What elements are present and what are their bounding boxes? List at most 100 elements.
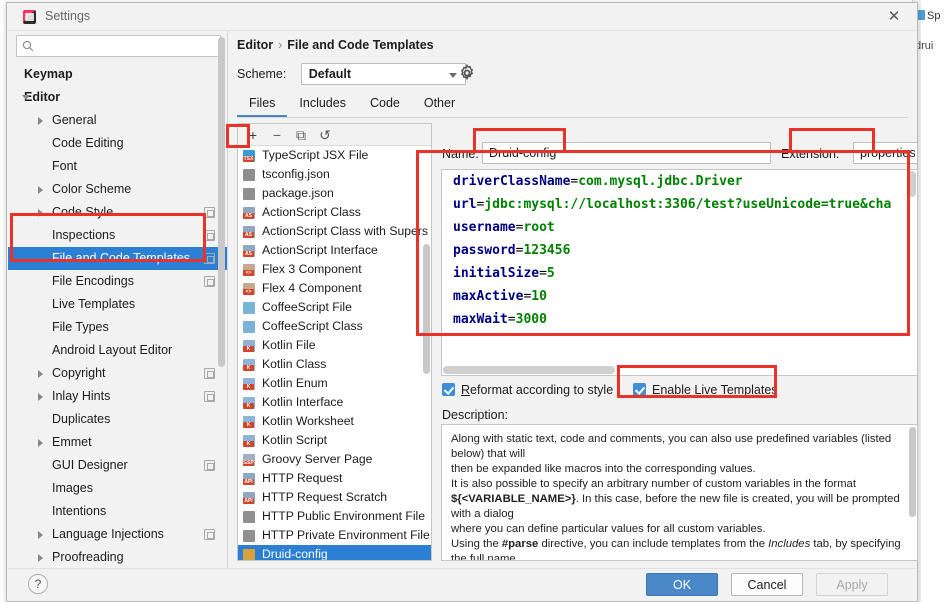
sidebar-item-label: GUI Designer [52, 458, 128, 472]
sidebar-item-gui-designer[interactable]: GUI Designer [8, 454, 227, 477]
template-list-item[interactable]: AS ActionScript Class [238, 203, 431, 222]
tab-files[interactable]: Files [237, 93, 288, 117]
remove-template-button[interactable]: − [268, 126, 286, 144]
copy-settings-icon[interactable] [204, 253, 215, 264]
template-list-item[interactable]: API HTTP Request Scratch [238, 488, 431, 507]
tab-other[interactable]: Other [412, 93, 467, 115]
sidebar-item-file-encodings[interactable]: File Encodings [8, 270, 227, 293]
sidebar-item-images[interactable]: Images [8, 477, 227, 500]
chevron-right-icon[interactable] [38, 393, 43, 401]
sidebar-item-inspections[interactable]: Inspections [8, 224, 227, 247]
sidebar-item-intentions[interactable]: Intentions [8, 500, 227, 523]
background-window-tab[interactable]: Sp [917, 10, 940, 22]
add-template-button[interactable]: + [244, 126, 262, 144]
template-list-item[interactable]: <> Flex 3 Component [238, 260, 431, 279]
template-list-item[interactable]: K Kotlin Class [238, 355, 431, 374]
sidebar-item-inlay-hints[interactable]: Inlay Hints [8, 385, 227, 408]
template-list-item[interactable]: CoffeeScript Class [238, 317, 431, 336]
sidebar-item-live-templates[interactable]: Live Templates [8, 293, 227, 316]
code-content[interactable]: driverClassName=com.mysql.jdbc.Driver url… [442, 170, 917, 331]
copy-settings-icon[interactable] [204, 276, 215, 287]
settings-tree[interactable]: Keymap Editor General Code Editing Font Color… [8, 63, 227, 569]
reformat-checkbox[interactable]: Reformat according to style [442, 383, 613, 397]
sidebar-scrollbar[interactable] [218, 37, 225, 367]
scheme-dropdown[interactable]: Default [300, 63, 466, 85]
template-list-item[interactable]: AS ActionScript Interface [238, 241, 431, 260]
coffeescript-icon [243, 302, 255, 314]
code-key: initialSize [453, 266, 540, 281]
template-list-item[interactable]: K Kotlin Enum [238, 374, 431, 393]
template-list-item[interactable]: GSP Groovy Server Page [238, 450, 431, 469]
sidebar-item-file-types[interactable]: File Types [8, 316, 227, 339]
code-line: password=123456 [442, 239, 917, 262]
template-list-scrollbar[interactable] [423, 244, 430, 374]
extension-input[interactable] [853, 142, 918, 164]
template-list-item[interactable]: HTTP Public Environment File [238, 507, 431, 526]
chevron-right-icon[interactable] [38, 209, 43, 217]
extension-label: Extension: [781, 147, 840, 161]
sidebar-item-general[interactable]: General [8, 109, 227, 132]
sidebar-item-proofreading[interactable]: Proofreading [8, 546, 227, 569]
template-list-item[interactable]: K Kotlin Worksheet [238, 412, 431, 431]
template-list-item[interactable]: TSX TypeScript JSX File [238, 146, 431, 165]
chevron-right-icon[interactable] [38, 186, 43, 194]
gear-icon[interactable] [458, 64, 476, 82]
copy-settings-icon[interactable] [204, 460, 215, 471]
sidebar-item-code-editing[interactable]: Code Editing [8, 132, 227, 155]
template-list-item[interactable]: HTTP Private Environment File [238, 526, 431, 545]
sidebar-item-emmet[interactable]: Emmet [8, 431, 227, 454]
close-icon[interactable]: ✕ [885, 8, 903, 26]
sidebar-item-keymap[interactable]: Keymap [8, 63, 227, 86]
sidebar-item-color-scheme[interactable]: Color Scheme [8, 178, 227, 201]
template-list-item-label: HTTP Public Environment File [262, 509, 426, 523]
template-list-item[interactable]: Druid-config [238, 545, 431, 560]
ok-button[interactable]: OK [646, 573, 718, 596]
template-code-editor[interactable]: driverClassName=com.mysql.jdbc.Driver url… [441, 169, 918, 376]
template-list-item[interactable]: package.json [238, 184, 431, 203]
template-list-item-label: Kotlin File [262, 338, 316, 352]
template-list-item[interactable]: tsconfig.json [238, 165, 431, 184]
editor-vertical-scrollbar[interactable] [908, 171, 916, 197]
template-list-item[interactable]: API HTTP Request [238, 469, 431, 488]
copy-settings-icon[interactable] [204, 230, 215, 241]
copy-settings-icon[interactable] [204, 391, 215, 402]
breadcrumb-parent[interactable]: Editor [237, 38, 273, 52]
enable-live-templates-checkbox[interactable]: Enable Live Templates [633, 383, 778, 397]
template-list-item[interactable]: <> Flex 4 Component [238, 279, 431, 298]
template-list[interactable]: TSX TypeScript JSX File tsconfig.json packa… [238, 146, 431, 560]
template-list-item[interactable]: K Kotlin File [238, 336, 431, 355]
sidebar-search[interactable] [16, 35, 221, 57]
tab-code[interactable]: Code [358, 93, 412, 115]
template-list-item[interactable]: K Kotlin Interface [238, 393, 431, 412]
sidebar-item-code-style[interactable]: Code Style [8, 201, 227, 224]
template-list-item[interactable]: AS ActionScript Class with Supers [238, 222, 431, 241]
template-list-item[interactable]: K Kotlin Script [238, 431, 431, 450]
chevron-right-icon[interactable] [38, 439, 43, 447]
sidebar-item-android-layout-editor[interactable]: Android Layout Editor [8, 339, 227, 362]
sidebar-item-copyright[interactable]: Copyright [8, 362, 227, 385]
template-tabs[interactable]: Files Includes Code Other [237, 93, 467, 117]
help-button[interactable]: ? [28, 574, 48, 594]
cancel-button[interactable]: Cancel [731, 573, 803, 596]
chevron-right-icon[interactable] [38, 554, 43, 562]
chevron-right-icon[interactable] [38, 370, 43, 378]
sidebar-item-file-and-code-templates[interactable]: File and Code Templates [8, 247, 227, 270]
name-input[interactable] [482, 142, 771, 164]
copy-settings-icon[interactable] [204, 529, 215, 540]
description-scrollbar[interactable] [909, 427, 916, 517]
chevron-down-icon[interactable] [22, 95, 30, 100]
template-list-item[interactable]: CoffeeScript File [238, 298, 431, 317]
copy-settings-icon[interactable] [204, 207, 215, 218]
reset-template-button[interactable]: ↺ [316, 126, 334, 144]
search-input[interactable] [16, 35, 221, 57]
sidebar-item-editor[interactable]: Editor [8, 86, 227, 109]
editor-horizontal-scrollbar[interactable] [443, 366, 615, 374]
chevron-right-icon[interactable] [38, 117, 43, 125]
sidebar-item-language-injections[interactable]: Language Injections [8, 523, 227, 546]
copy-template-button[interactable]: ⧉ [292, 126, 310, 144]
copy-settings-icon[interactable] [204, 368, 215, 379]
tab-includes[interactable]: Includes [287, 93, 358, 115]
sidebar-item-duplicates[interactable]: Duplicates [8, 408, 227, 431]
chevron-right-icon[interactable] [38, 531, 43, 539]
sidebar-item-font[interactable]: Font [8, 155, 227, 178]
